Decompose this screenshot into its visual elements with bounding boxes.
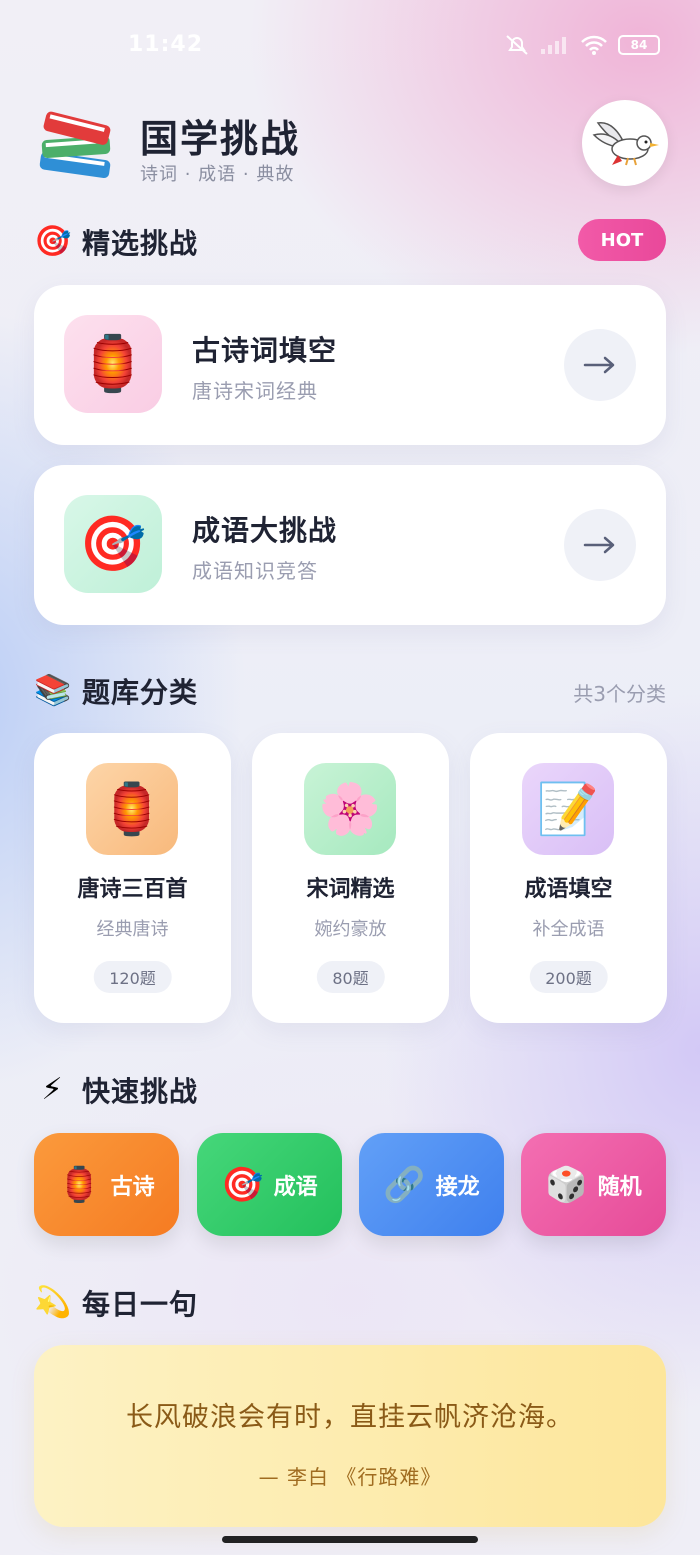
- avatar[interactable]: [582, 100, 668, 186]
- daily-section-title: 每日一句: [82, 1288, 199, 1321]
- categories-section-header: 📚 题库分类: [34, 671, 198, 711]
- category-count-badge: 120题: [93, 961, 172, 993]
- daily-quote-card: 长风破浪会有时，直挂云帆济沧海。 — 李白 《行路难》: [34, 1345, 666, 1527]
- target-icon: 🎯: [64, 495, 162, 593]
- category-subtitle: 婉约豪放: [314, 919, 387, 940]
- featured-card-title: 古诗词填空: [192, 334, 338, 367]
- books-icon: 📚: [34, 673, 72, 708]
- featured-section-header: 🎯 精选挑战: [34, 222, 198, 262]
- quote-text: 长风破浪会有时，直挂云帆济沧海。: [126, 1402, 574, 1433]
- category-count-label: 共3个分类: [573, 682, 666, 706]
- dizzy-star-icon: 💫: [34, 1285, 72, 1320]
- app-title: 国学挑战: [140, 117, 301, 161]
- lantern-icon: 🏮: [86, 763, 178, 855]
- featured-card-poetry[interactable]: 🏮 古诗词填空 唐诗宋词经典: [34, 285, 666, 445]
- arrow-right-button[interactable]: [564, 509, 636, 581]
- category-count-badge: 80题: [316, 961, 385, 993]
- arrow-right-icon: [583, 536, 615, 554]
- books-logo-icon: [36, 108, 116, 184]
- home-indicator[interactable]: [222, 1536, 478, 1543]
- featured-card-idiom[interactable]: 🎯 成语大挑战 成语知识竞答: [34, 465, 666, 625]
- quick-chain-button[interactable]: 🔗 接龙: [359, 1133, 504, 1236]
- memo-icon: 📝: [522, 763, 614, 855]
- featured-card-title: 成语大挑战: [192, 514, 338, 547]
- category-count-badge: 200题: [529, 961, 608, 993]
- mute-icon: [506, 35, 528, 55]
- category-title: 唐诗三百首: [77, 877, 188, 902]
- hot-badge: HOT: [578, 219, 666, 261]
- link-icon: 🔗: [383, 1164, 426, 1205]
- quick-button-label: 古诗: [110, 1174, 155, 1200]
- featured-card-subtitle: 成语知识竞答: [192, 559, 318, 583]
- quick-section-header: ⚡ 快速挑战: [34, 1070, 198, 1110]
- app-subtitle: 诗词 · 成语 · 典故: [140, 164, 295, 185]
- signal-icon: [541, 37, 566, 54]
- quick-poetry-button[interactable]: 🏮 古诗: [34, 1133, 179, 1236]
- category-title: 成语填空: [524, 877, 613, 902]
- flower-icon: 🌸: [304, 763, 396, 855]
- categories-section-title: 题库分类: [82, 676, 199, 709]
- lightning-icon: ⚡: [41, 1072, 63, 1107]
- status-icons: 84: [504, 34, 660, 56]
- arrow-right-button[interactable]: [564, 329, 636, 401]
- category-title: 宋词精选: [306, 877, 395, 902]
- battery-level: 84: [630, 38, 648, 52]
- target-icon: 🎯: [34, 224, 72, 259]
- quote-author: — 李白 《行路难》: [258, 1465, 442, 1489]
- battery-icon: 84: [618, 35, 660, 55]
- category-subtitle: 经典唐诗: [96, 919, 169, 940]
- wifi-icon: [581, 35, 607, 55]
- target-icon: 🎯: [221, 1164, 264, 1205]
- quick-button-label: 成语: [273, 1174, 318, 1200]
- featured-section-title: 精选挑战: [82, 227, 199, 260]
- featured-card-subtitle: 唐诗宋词经典: [192, 379, 318, 403]
- quick-idiom-button[interactable]: 🎯 成语: [197, 1133, 342, 1236]
- dice-icon: 🎲: [545, 1164, 588, 1205]
- category-card-song-ci[interactable]: 🌸 宋词精选 婉约豪放 80题: [252, 733, 449, 1023]
- status-time: 11:42: [128, 32, 204, 57]
- lantern-icon: 🏮: [64, 315, 162, 413]
- quick-random-button[interactable]: 🎲 随机: [521, 1133, 666, 1236]
- category-card-idiom-fill[interactable]: 📝 成语填空 补全成语 200题: [470, 733, 667, 1023]
- daily-section-header: 💫 每日一句: [34, 1283, 198, 1323]
- category-subtitle: 补全成语: [532, 919, 605, 940]
- seagull-icon: [592, 122, 659, 166]
- quick-button-label: 接龙: [435, 1174, 480, 1200]
- quick-button-label: 随机: [597, 1174, 642, 1200]
- arrow-right-icon: [583, 356, 615, 374]
- lantern-icon: 🏮: [58, 1164, 101, 1205]
- quick-section-title: 快速挑战: [82, 1075, 199, 1108]
- category-card-tang-poems[interactable]: 🏮 唐诗三百首 经典唐诗 120题: [34, 733, 231, 1023]
